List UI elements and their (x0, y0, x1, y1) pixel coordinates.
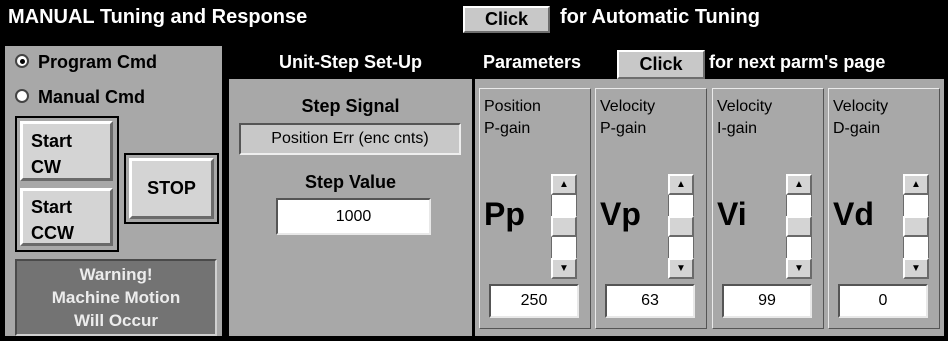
param-scrollbar-vd[interactable]: ▲ ▼ (903, 174, 929, 279)
radio-program-label: Program Cmd (38, 52, 158, 72)
param-name-line1: Velocity (833, 98, 889, 115)
radio-selected-icon (15, 54, 29, 69)
scroll-up-icon[interactable]: ▲ (786, 174, 812, 195)
stop-button[interactable]: STOP (129, 158, 214, 219)
param-name-line2: P-gain (484, 120, 531, 137)
parameters-title: Parameters (483, 52, 582, 72)
param-scrollbar-vp[interactable]: ▲ ▼ (668, 174, 694, 279)
param-name-line2: D-gain (833, 120, 881, 137)
param-name-line1: Position (484, 98, 541, 115)
scroll-thumb[interactable] (786, 216, 812, 237)
param-symbol: Vd (833, 196, 874, 232)
start-cw-button[interactable]: Start CW (20, 121, 113, 181)
scroll-up-icon[interactable]: ▲ (668, 174, 694, 195)
param-name-line2: I-gain (717, 120, 758, 137)
param-scrollbar-pp[interactable]: ▲ ▼ (551, 174, 577, 279)
automatic-tuning-label: for Automatic Tuning (560, 6, 760, 28)
scroll-up-icon[interactable]: ▲ (551, 174, 577, 195)
start-ccw-line1: Start (31, 197, 73, 217)
scroll-thumb[interactable] (551, 216, 577, 237)
warning-line1: Warning! (79, 265, 153, 284)
warning-line3: Will Occur (74, 311, 158, 330)
param-value-vd[interactable]: 0 (838, 284, 928, 318)
warning-line2: Machine Motion (51, 288, 181, 307)
scroll-track[interactable] (903, 195, 929, 258)
motion-warning: Warning! Machine Motion Will Occur (15, 259, 217, 336)
scroll-down-icon[interactable]: ▼ (668, 258, 694, 279)
param-symbol: Pp (484, 196, 525, 232)
scroll-down-icon[interactable]: ▼ (786, 258, 812, 279)
scroll-track[interactable] (668, 195, 694, 258)
param-scrollbar-vi[interactable]: ▲ ▼ (786, 174, 812, 279)
param-value-vp[interactable]: 63 (605, 284, 695, 318)
next-parameters-page-button[interactable]: Click (617, 50, 705, 79)
start-cw-line1: Start (31, 131, 73, 151)
param-symbol: Vi (717, 196, 747, 232)
automatic-tuning-button[interactable]: Click (463, 6, 550, 33)
start-ccw-line2: CCW (31, 223, 74, 243)
scroll-thumb[interactable] (668, 216, 694, 237)
start-cw-line2: CW (31, 157, 61, 177)
scroll-track[interactable] (551, 195, 577, 258)
step-value-input[interactable]: 1000 (276, 198, 431, 235)
param-name-line2: P-gain (600, 120, 647, 137)
window-title: MANUAL Tuning and Response (8, 6, 308, 28)
scroll-up-icon[interactable]: ▲ (903, 174, 929, 195)
param-name-line1: Velocity (600, 98, 656, 115)
radio-manual-cmd[interactable]: Manual Cmd (15, 87, 145, 108)
param-symbol: Vp (600, 196, 641, 232)
param-name: Velocity D-gain (833, 96, 888, 140)
scroll-track[interactable] (786, 195, 812, 258)
param-name: Velocity I-gain (717, 96, 772, 140)
scroll-down-icon[interactable]: ▼ (903, 258, 929, 279)
radio-program-cmd[interactable]: Program Cmd (15, 52, 157, 73)
step-value-label: Step Value (304, 172, 397, 192)
start-ccw-button[interactable]: Start CCW (20, 188, 113, 246)
step-setup-header: Unit-Step Set-Up (229, 46, 472, 79)
radio-unselected-icon (15, 89, 29, 104)
scroll-down-icon[interactable]: ▼ (551, 258, 577, 279)
param-name: Position P-gain (484, 96, 541, 140)
param-value-vi[interactable]: 99 (722, 284, 812, 318)
param-name-line1: Velocity (717, 98, 773, 115)
step-signal-label: Step Signal (301, 96, 400, 116)
step-signal-select[interactable]: Position Err (enc cnts) (239, 123, 461, 155)
param-name: Velocity P-gain (600, 96, 655, 140)
scroll-thumb[interactable] (903, 216, 929, 237)
param-value-pp[interactable]: 250 (489, 284, 579, 318)
radio-manual-label: Manual Cmd (38, 87, 146, 107)
next-parameters-label: for next parm's page (709, 52, 886, 72)
